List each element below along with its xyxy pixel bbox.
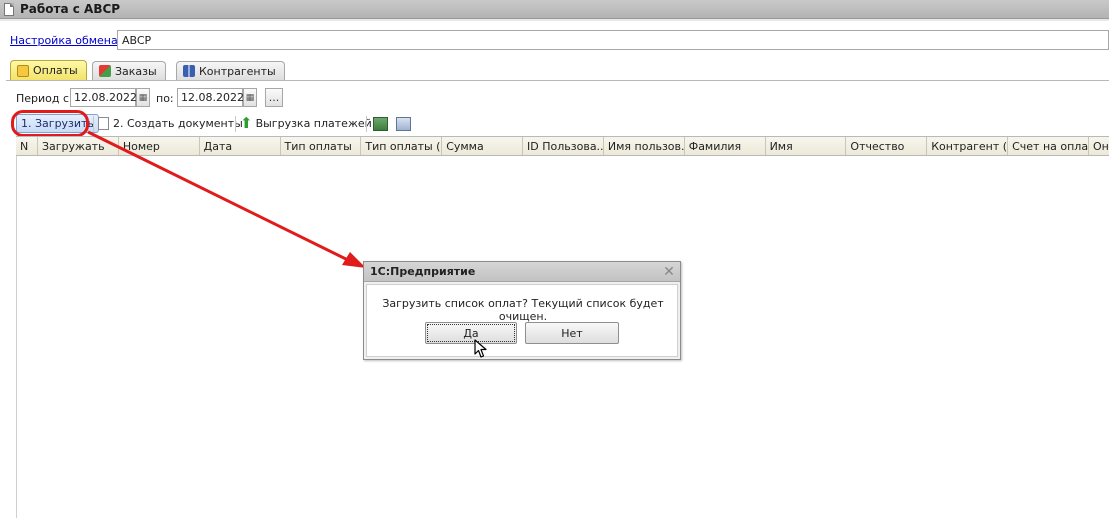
arrow-line [87, 130, 353, 264]
dialog-titlebar: 1С:Предприятие [364, 262, 680, 282]
dialog-message: Загрузить список оплат? Текущий список б… [382, 297, 664, 323]
yes-button-label: Да [463, 326, 479, 340]
no-button[interactable]: Нет [525, 322, 619, 344]
mouse-cursor-icon [474, 339, 487, 358]
dialog-title: 1С:Предприятие [370, 265, 476, 278]
no-button-label: Нет [561, 326, 583, 340]
yes-button[interactable]: Да [425, 322, 517, 344]
confirm-dialog: 1С:Предприятие ✕ Загрузить список оплат?… [363, 261, 681, 360]
close-icon[interactable]: ✕ [662, 265, 676, 279]
red-arrow-annotation [87, 130, 366, 268]
